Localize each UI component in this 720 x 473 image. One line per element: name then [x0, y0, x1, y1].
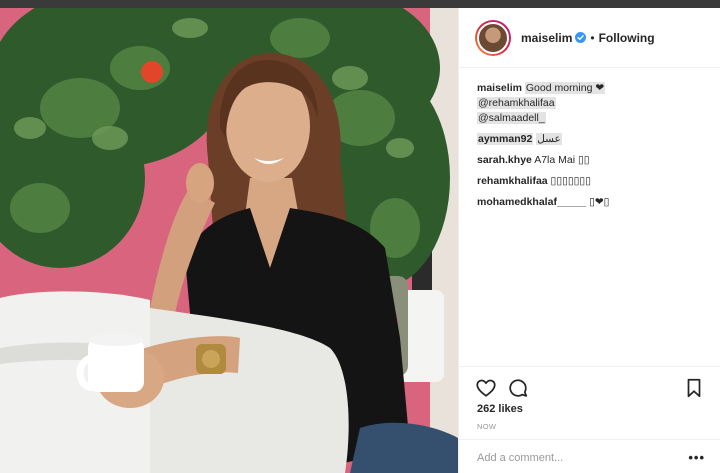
comment-item: sarah.khye A7la Mai ▯▯ — [477, 153, 707, 168]
comment-text: ▯❤▯ — [589, 196, 610, 208]
heart-icon[interactable] — [475, 377, 497, 399]
comment-username[interactable]: mohamedkhalaf_____ — [477, 196, 586, 208]
comment-text: A7la Mai ▯▯ — [534, 154, 590, 166]
post-photo-illustration — [0, 8, 458, 473]
caption-text: Good morning ❤ — [524, 82, 606, 94]
add-comment-input[interactable] — [477, 450, 667, 466]
add-comment-bar: ••• — [459, 439, 720, 473]
bookmark-icon[interactable] — [683, 377, 705, 399]
header-username[interactable]: maiselim — [521, 31, 572, 45]
post-timestamp: NOW — [477, 422, 497, 431]
caption-mention-salmaadell[interactable]: @salmaadell_ — [477, 112, 546, 124]
comment-username[interactable]: rehamkhalifaa — [477, 175, 548, 187]
verified-badge-icon — [575, 32, 587, 43]
comment-text: عسل — [536, 133, 562, 145]
post-actions: 262 likes NOW ••• — [459, 366, 720, 473]
post-header: maiselim • Following — [459, 8, 720, 68]
caption-username[interactable]: maiselim — [477, 82, 522, 94]
post-side-panel: maiselim • Following maiselim Good morni… — [458, 8, 720, 473]
avatar[interactable] — [475, 19, 511, 56]
avatar-image — [477, 21, 509, 54]
comment-username[interactable]: aymman92 — [477, 133, 534, 145]
following-button[interactable]: Following — [599, 31, 655, 45]
instagram-post-modal: maiselim • Following maiselim Good morni… — [0, 8, 720, 473]
comment-item: rehamkhalifaa ▯▯▯▯▯▯▯ — [477, 174, 707, 189]
header-separator: • — [590, 30, 595, 45]
caption-mention-rehamkhalifaa[interactable]: @rehamkhalifaa — [477, 97, 556, 109]
comment-bubble-icon[interactable] — [507, 377, 529, 399]
action-icons — [475, 377, 705, 401]
comment-username[interactable]: sarah.khye — [477, 154, 532, 166]
post-photo[interactable] — [0, 8, 458, 473]
comment-text: ▯▯▯▯▯▯▯ — [550, 175, 591, 187]
comment-item: aymman92 عسل — [477, 132, 707, 147]
post-caption: maiselim Good morning ❤ @rehamkhalifaa @… — [477, 81, 707, 126]
comments-list: maiselim Good morning ❤ @rehamkhalifaa @… — [477, 81, 707, 210]
likes-count[interactable]: 262 likes — [477, 403, 523, 415]
comment-item: mohamedkhalaf_____ ▯❤▯ — [477, 195, 707, 210]
more-options-icon[interactable]: ••• — [688, 450, 705, 465]
